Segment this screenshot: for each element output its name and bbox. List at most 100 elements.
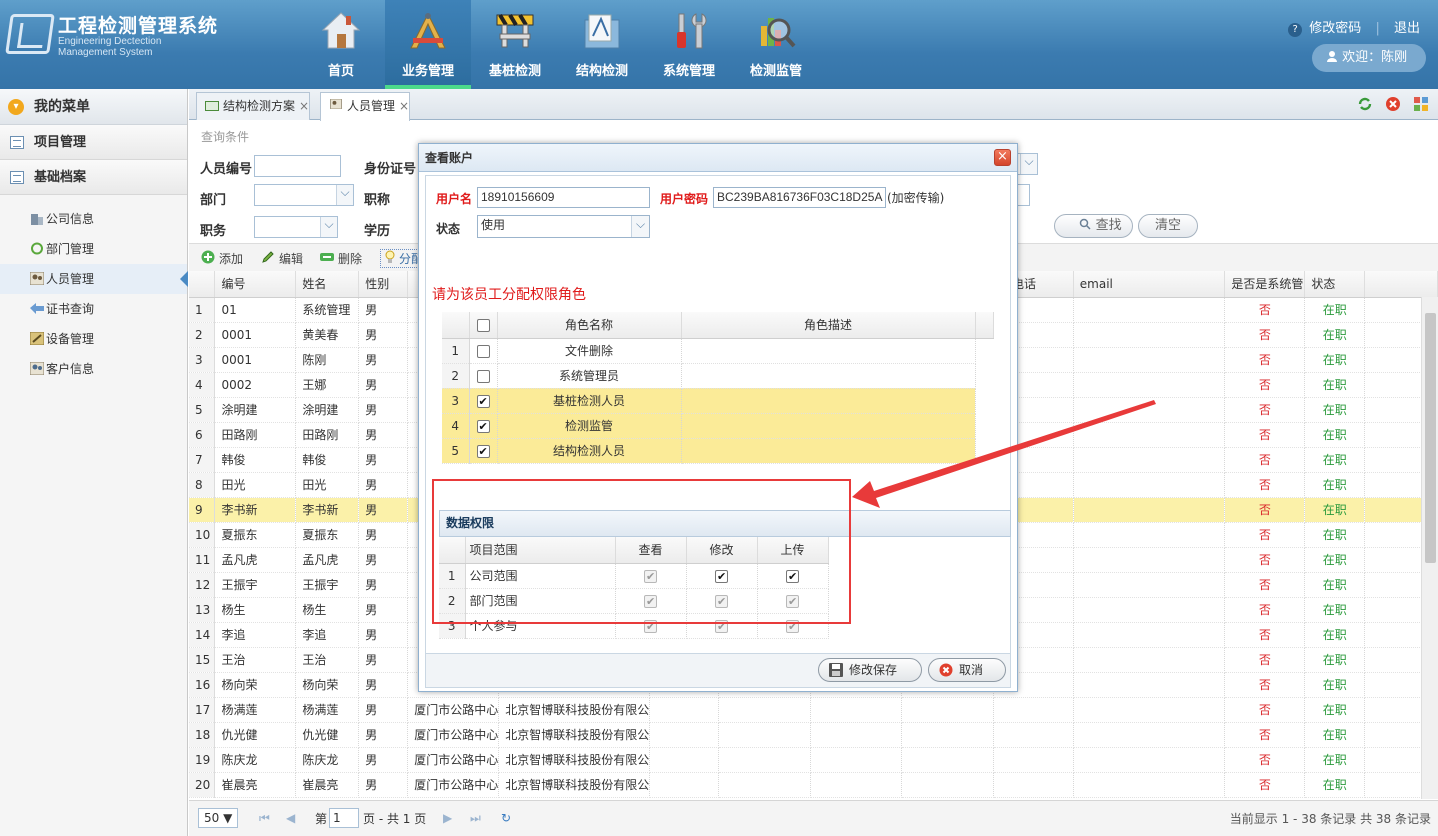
tab-personnel[interactable]: 人员管理 × bbox=[320, 92, 411, 121]
cell-name: 田光 bbox=[295, 472, 360, 498]
position-select[interactable] bbox=[254, 216, 338, 238]
role-checkbox[interactable] bbox=[476, 444, 490, 458]
search-button[interactable]: 查找 bbox=[1054, 214, 1133, 238]
role-checkbox[interactable] bbox=[476, 394, 490, 408]
refresh-icon[interactable]: ↻ bbox=[501, 811, 513, 825]
role-checkbox-cell[interactable] bbox=[469, 413, 498, 439]
sidebar-item-personnel[interactable]: 人员管理 bbox=[0, 264, 188, 294]
role-checkbox-cell[interactable] bbox=[469, 388, 498, 414]
table-row[interactable]: 18 仇光健 仇光健男厦门市公路中心 北京智博联科技股份有限公否在职 bbox=[189, 722, 1438, 748]
role-select-all[interactable] bbox=[469, 312, 498, 339]
nav-structure-test[interactable]: 结构检测 bbox=[559, 0, 645, 89]
sidebar-item-customers[interactable]: 客户信息 bbox=[0, 354, 187, 384]
nav-supervision[interactable]: 检测监管 bbox=[733, 0, 819, 89]
sidebar-item-equipment[interactable]: 设备管理 bbox=[0, 324, 187, 354]
role-name: 系统管理员 bbox=[497, 363, 682, 389]
col-header-name[interactable]: 姓名 bbox=[295, 271, 360, 298]
close-all-icon[interactable] bbox=[1385, 96, 1401, 112]
tab-structure-plan[interactable]: 结构检测方案 × bbox=[196, 92, 311, 120]
cell-status: 在职 bbox=[1304, 547, 1366, 573]
welcome-badge[interactable]: 欢迎：陈刚 bbox=[1312, 44, 1426, 72]
col-header-sysadmin[interactable]: 是否是系统管 bbox=[1224, 271, 1306, 298]
sidebar-group-project[interactable]: 项目管理 bbox=[0, 125, 187, 160]
last-page-icon[interactable]: ⏭ bbox=[470, 811, 482, 825]
cancel-button-label: 取消 bbox=[959, 663, 984, 677]
dialog-footer: 修改保存 取消 bbox=[425, 654, 1011, 688]
add-button[interactable]: 添加 bbox=[201, 250, 243, 267]
cell-name: 李书新 bbox=[295, 497, 360, 523]
cell-sex: 男 bbox=[358, 647, 409, 673]
role-row[interactable]: 2 系统管理员 bbox=[442, 363, 993, 389]
dept-select[interactable] bbox=[254, 184, 354, 206]
role-checkbox-cell[interactable] bbox=[469, 438, 498, 464]
sidebar-item-company[interactable]: 公司信息 bbox=[0, 204, 187, 234]
col-header-email[interactable]: email bbox=[1073, 271, 1226, 298]
perm-spacer bbox=[828, 588, 988, 613]
scrollbar-thumb[interactable] bbox=[1425, 313, 1436, 563]
cell-sex: 男 bbox=[358, 347, 409, 373]
cell-name: 王治 bbox=[295, 647, 360, 673]
table-row[interactable]: 17 杨满莲 杨满莲男厦门市公路中心 北京智博联科技股份有限公否在职 bbox=[189, 697, 1438, 723]
cell-blank bbox=[810, 697, 903, 723]
sidebar-item-certificate[interactable]: 证书查询 bbox=[0, 294, 187, 324]
nav-business[interactable]: 业务管理 bbox=[385, 0, 471, 89]
cell-email bbox=[1073, 347, 1226, 373]
prev-page-icon[interactable]: ◀ bbox=[286, 811, 298, 825]
col-header-sex[interactable]: 性别 bbox=[358, 271, 409, 298]
first-page-icon[interactable]: ⏮ bbox=[259, 811, 271, 825]
role-checkbox[interactable] bbox=[476, 369, 490, 383]
page-size-select[interactable]: 50 ▼ bbox=[198, 808, 238, 828]
col-header-no[interactable]: 编号 bbox=[214, 271, 297, 298]
col-header-status[interactable]: 状态 bbox=[1304, 271, 1366, 298]
cell-blank bbox=[901, 697, 994, 723]
role-checkbox[interactable] bbox=[476, 344, 490, 358]
status-select[interactable]: 使用 ⌵ bbox=[477, 215, 650, 238]
table-row[interactable]: 19 陈庆龙 陈庆龙男厦门市公路中心 北京智博联科技股份有限公否在职 bbox=[189, 747, 1438, 773]
role-col-desc[interactable]: 角色描述 bbox=[681, 312, 976, 339]
table-row[interactable]: 20 崔晨亮 崔晨亮男厦门市公路中心 北京智博联科技股份有限公否在职 bbox=[189, 772, 1438, 798]
password-field[interactable]: BC239BA816736F03C18D25A bbox=[713, 187, 886, 208]
select-all-checkbox[interactable] bbox=[476, 318, 490, 332]
sidebar-item-department[interactable]: 部门管理 bbox=[0, 234, 187, 264]
close-icon[interactable]: × bbox=[994, 149, 1011, 166]
role-row[interactable]: 1 文件删除 bbox=[442, 338, 993, 364]
emp-no-input[interactable] bbox=[254, 155, 341, 177]
role-col-name[interactable]: 角色名称 bbox=[497, 312, 682, 339]
save-button[interactable]: 修改保存 bbox=[818, 658, 922, 682]
logout-link[interactable]: 退出 bbox=[1394, 21, 1420, 36]
cell-blank bbox=[649, 747, 719, 773]
nav-home[interactable]: 首页 bbox=[298, 0, 384, 89]
status-value: 使用 bbox=[481, 218, 506, 232]
role-checkbox[interactable] bbox=[476, 419, 490, 433]
sidebar-group-archive[interactable]: 基础档案 bbox=[0, 160, 187, 195]
tab-close-icon[interactable]: × bbox=[299, 99, 309, 113]
role-checkbox-cell[interactable] bbox=[469, 363, 498, 389]
cell-name: 李追 bbox=[295, 622, 360, 648]
cell-sex: 男 bbox=[358, 747, 409, 773]
next-page-icon[interactable]: ▶ bbox=[443, 811, 455, 825]
change-password-link[interactable]: 修改密码 bbox=[1309, 21, 1361, 36]
cell-name: 孟凡虎 bbox=[295, 547, 360, 573]
cell-blank bbox=[718, 772, 811, 798]
cell-sysadmin: 否 bbox=[1224, 397, 1306, 423]
username-field[interactable]: 18910156609 bbox=[477, 187, 650, 208]
page-input[interactable]: 1 bbox=[329, 808, 359, 828]
sidebar-title[interactable]: ▾ 我的菜单 bbox=[0, 89, 187, 125]
refresh-icon[interactable] bbox=[1357, 96, 1373, 112]
edit-button[interactable]: 编辑 bbox=[261, 250, 303, 267]
tab-close-icon[interactable]: × bbox=[399, 99, 409, 113]
grid-scrollbar[interactable] bbox=[1421, 297, 1438, 799]
delete-button[interactable]: 删除 bbox=[320, 250, 362, 267]
user-icon bbox=[1327, 51, 1337, 62]
clear-button[interactable]: 清空 bbox=[1138, 214, 1198, 238]
tools-icon bbox=[677, 13, 707, 49]
cell-status: 在职 bbox=[1304, 497, 1366, 523]
tiles-icon[interactable] bbox=[1413, 96, 1429, 112]
record-summary: 当前显示 1 - 38 条记录 共 38 条记录 bbox=[1229, 812, 1431, 826]
cell-blank bbox=[718, 747, 811, 773]
nav-pile-test[interactable]: 基桩检测 bbox=[472, 0, 558, 89]
nav-system[interactable]: 系统管理 bbox=[646, 0, 732, 89]
role-checkbox-cell[interactable] bbox=[469, 338, 498, 364]
sidebar-title-label: 我的菜单 bbox=[34, 99, 90, 115]
cancel-button[interactable]: 取消 bbox=[928, 658, 1006, 682]
